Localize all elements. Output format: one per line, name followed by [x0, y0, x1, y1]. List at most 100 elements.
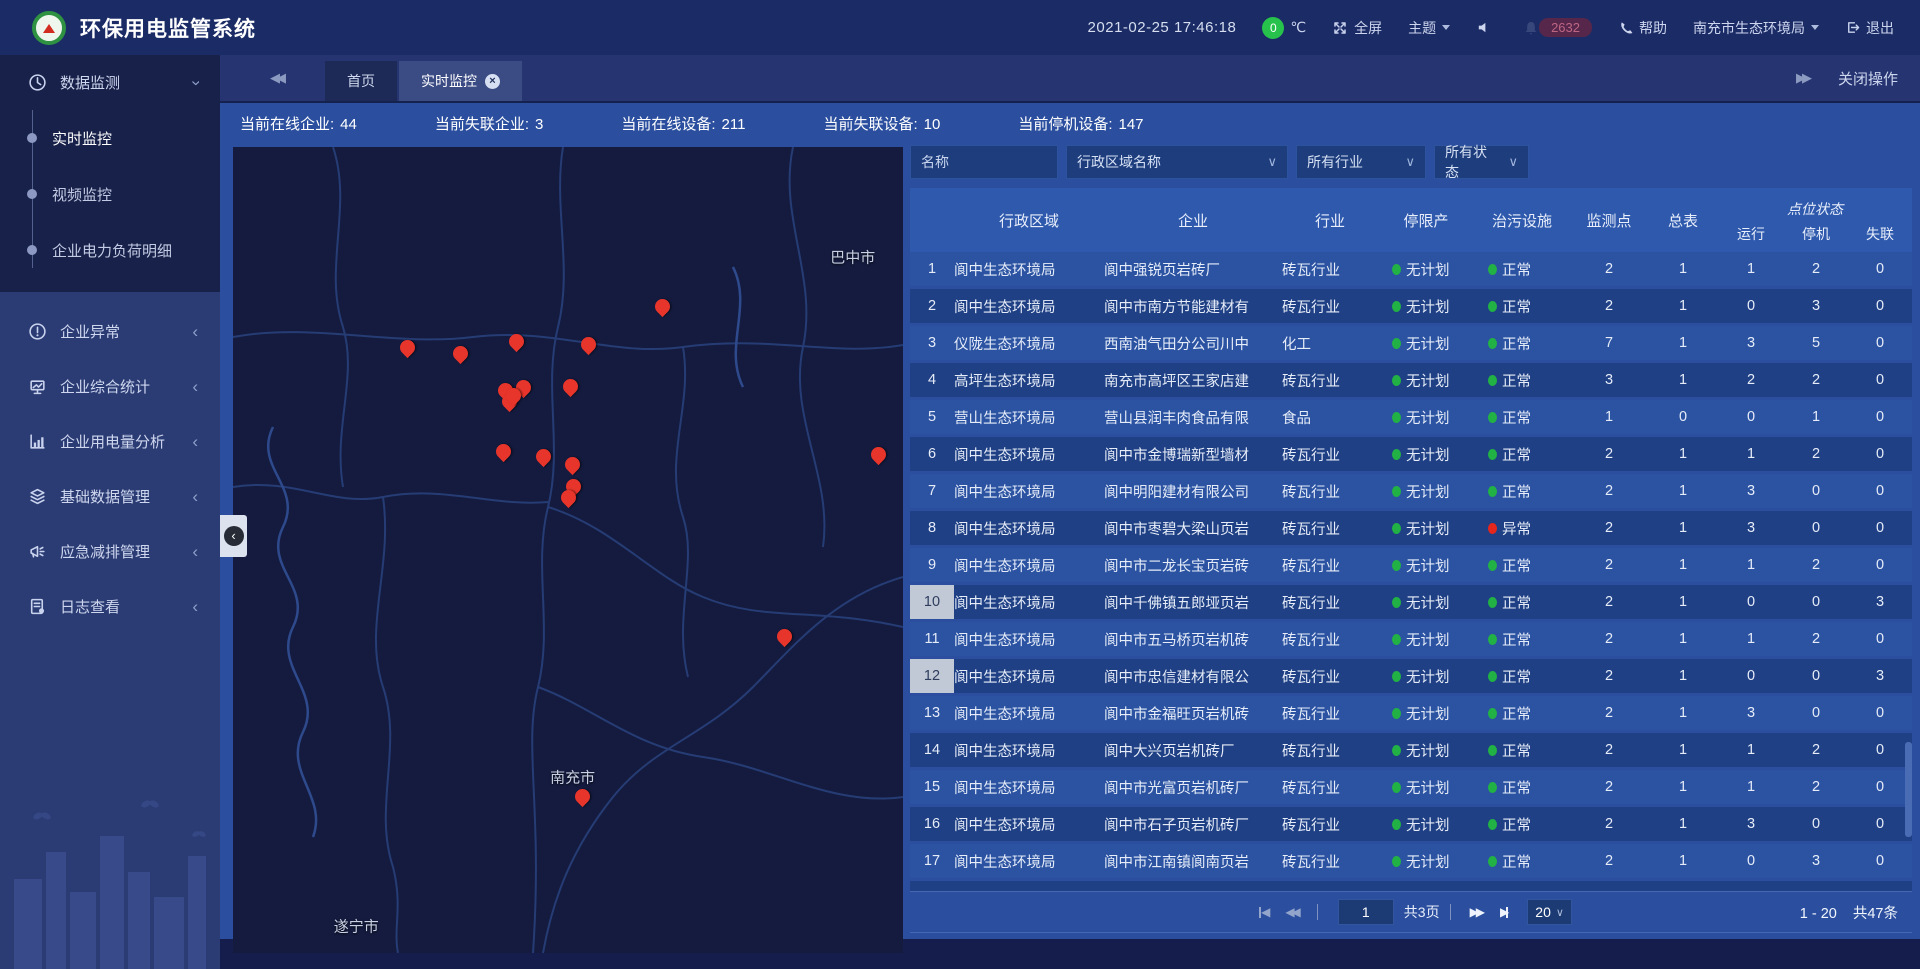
next-page-button[interactable]: ▶▶ [1470, 905, 1482, 919]
cell-running: 0 [1718, 298, 1784, 314]
table-scrollbar-thumb[interactable] [1905, 742, 1912, 837]
region-select[interactable]: 行政区域名称 ∨ [1066, 145, 1288, 179]
last-page-button[interactable]: ▶ [1500, 905, 1508, 919]
status-dot-green [1392, 597, 1401, 608]
name-search-input[interactable] [910, 145, 1058, 179]
cell-total-meter: 1 [1648, 779, 1718, 795]
cell-enterprise: 阆中市五马桥页岩机砖 [1104, 629, 1282, 650]
status-dot [1488, 301, 1497, 312]
previous-page-button[interactable]: ◀◀ [1285, 905, 1297, 919]
row-index: 2 [910, 289, 954, 323]
pagination-summary: 1 - 20共47条 [1800, 902, 1898, 923]
cell-enterprise: 阆中市光富页岩机砖厂 [1104, 777, 1282, 798]
row-index: 12 [910, 659, 954, 693]
industry-select[interactable]: 所有行业 ∨ [1296, 145, 1426, 179]
org-dropdown[interactable]: 南充市生态环境局 [1693, 18, 1819, 38]
close-operations-button[interactable]: 关闭操作 [1838, 68, 1898, 89]
chevron-left-icon: ‹ [224, 526, 244, 546]
table-row[interactable]: 3 仪陇生态环境局 西南油气田分公司川中 化工 无计划 正常 7 1 3 5 0 [910, 326, 1912, 360]
tab-close-icon[interactable]: × [485, 74, 500, 89]
sidebar-item-base-data-management[interactable]: 基础数据管理 ‹ [0, 469, 220, 524]
tab-home[interactable]: 首页 [325, 61, 397, 101]
map-view[interactable]: 巴中市南充市遂宁市 [233, 147, 903, 953]
cell-monitor-points: 2 [1570, 853, 1648, 869]
temperature-unit: ℃ [1290, 19, 1306, 36]
double-chevron-left-icon: ◀◀ [270, 70, 282, 86]
sidebar-item-enterprise-anomaly[interactable]: 企业异常 ‹ [0, 304, 220, 359]
theme-dropdown[interactable]: 主题 [1408, 18, 1450, 38]
tabs-scroll-left-button[interactable]: ◀◀ [270, 55, 282, 101]
notifications[interactable]: 2632 [1523, 18, 1592, 37]
sidebar-item-emergency-reduction[interactable]: 应急减排管理 ‹ [0, 524, 220, 579]
map-city-label: 南充市 [550, 767, 595, 788]
sidebar-collapse-handle[interactable]: ‹ [220, 515, 247, 557]
cell-total-meter: 1 [1648, 594, 1718, 610]
table-row[interactable]: 11 阆中生态环境局 阆中市五马桥页岩机砖 砖瓦行业 无计划 正常 2 1 1 … [910, 622, 1912, 656]
table-row[interactable]: 12 阆中生态环境局 阆中市忠信建材有限公 砖瓦行业 无计划 正常 2 1 0 … [910, 659, 1912, 693]
page-number-input[interactable] [1338, 899, 1394, 925]
table-row[interactable]: 7 阆中生态环境局 阆中明阳建材有限公司 砖瓦行业 无计划 正常 2 1 3 0… [910, 474, 1912, 508]
status-dot-green [1392, 856, 1401, 867]
table-row[interactable]: 17 阆中生态环境局 阆中市江南镇阆南页岩 砖瓦行业 无计划 正常 2 1 0 … [910, 844, 1912, 878]
sidebar-item-power-load-detail[interactable]: 企业电力负荷明细 [0, 222, 220, 278]
col-region: 行政区域 [954, 210, 1104, 231]
table-row[interactable]: 16 阆中生态环境局 阆中市石子页岩机砖厂 砖瓦行业 无计划 正常 2 1 3 … [910, 807, 1912, 841]
table-row[interactable]: 4 高坪生态环境局 南充市高坪区王家店建 砖瓦行业 无计划 正常 3 1 2 2… [910, 363, 1912, 397]
cell-enterprise: 南充市高坪区王家店建 [1104, 370, 1282, 391]
help-button[interactable]: 帮助 [1618, 18, 1667, 38]
status-dot-green [1392, 486, 1401, 497]
cell-lost: 0 [1848, 557, 1912, 573]
first-page-button[interactable]: ◀ [1259, 905, 1267, 919]
table-row[interactable]: 2 阆中生态环境局 阆中市南方节能建材有 砖瓦行业 无计划 正常 2 1 0 3… [910, 289, 1912, 323]
sidebar-item-enterprise-statistics[interactable]: 企业综合统计 ‹ [0, 359, 220, 414]
cell-treatment: 正常 [1502, 814, 1531, 835]
table-row[interactable]: 9 阆中生态环境局 阆中市二龙长宝页岩砖 砖瓦行业 无计划 正常 2 1 1 2… [910, 548, 1912, 582]
cell-lost: 0 [1848, 372, 1912, 388]
row-index: 6 [910, 437, 954, 471]
sidebar-item-data-monitoring[interactable]: 数据监测 ‹ [0, 55, 220, 110]
cell-total-meter: 1 [1648, 446, 1718, 462]
sidebar-item-log-view[interactable]: 日志查看 ‹ [0, 579, 220, 634]
page-size-select[interactable]: 20 ∨ [1527, 899, 1572, 925]
table-row[interactable]: 1 阆中生态环境局 阆中强锐页岩砖厂 砖瓦行业 无计划 正常 2 1 1 2 0 [910, 252, 1912, 286]
chevron-left-icon: ‹ [192, 432, 198, 452]
cell-running: 0 [1718, 853, 1784, 869]
chevron-down-icon: ∨ [1556, 906, 1564, 919]
sidebar-group-data-monitoring: 数据监测 ‹ 实时监控 视频监控 企业电力负荷明细 [0, 55, 220, 292]
logout-button[interactable]: 退出 [1845, 18, 1894, 38]
fullscreen-button[interactable]: 全屏 [1332, 18, 1382, 38]
table-row[interactable]: 13 阆中生态环境局 阆中市金福旺页岩机砖 砖瓦行业 无计划 正常 2 1 3 … [910, 696, 1912, 730]
status-dot-green [1392, 338, 1401, 349]
cell-region: 营山生态环境局 [954, 407, 1104, 428]
status-select[interactable]: 所有状态 ∨ [1434, 145, 1529, 179]
sound-button[interactable] [1476, 20, 1497, 35]
table-row[interactable]: 18 南部生态环境局 南部县驰华水泥有限公 建材加工 无计划 正常 6 0 0 … [910, 881, 1912, 891]
cell-running: 0 [1718, 409, 1784, 425]
cell-stopped: 2 [1784, 372, 1848, 388]
sidebar-item-electricity-analysis[interactable]: 企业用电量分析 ‹ [0, 414, 220, 469]
tab-realtime-monitoring[interactable]: 实时监控 × [399, 61, 522, 101]
row-index: 9 [910, 548, 954, 582]
table-row[interactable]: 14 阆中生态环境局 阆中大兴页岩机砖厂 砖瓦行业 无计划 正常 2 1 1 2… [910, 733, 1912, 767]
datetime: 2021-02-25 17:46:18 [1088, 19, 1237, 36]
cell-running: 0 [1718, 668, 1784, 684]
pagination-bar: ◀ ◀◀ 共3页 ▶▶ ▶ 20 ∨ 1 - 20共47条 [910, 891, 1912, 933]
tabs-scroll-right-button[interactable]: ▶▶ [1796, 70, 1808, 86]
row-index: 10 [910, 585, 954, 619]
notification-count-badge: 2632 [1539, 18, 1592, 37]
cell-region: 阆中生态环境局 [954, 444, 1104, 465]
table-row[interactable]: 8 阆中生态环境局 阆中市枣碧大梁山页岩 砖瓦行业 无计划 异常 2 1 3 0… [910, 511, 1912, 545]
cell-industry: 化工 [1282, 333, 1378, 354]
col-lost: 失联 [1848, 224, 1912, 252]
chevron-down-icon: ∨ [1267, 154, 1277, 170]
table-row[interactable]: 15 阆中生态环境局 阆中市光富页岩机砖厂 砖瓦行业 无计划 正常 2 1 1 … [910, 770, 1912, 804]
map-city-label: 巴中市 [830, 246, 875, 267]
table-row[interactable]: 6 阆中生态环境局 阆中市金博瑞新型墙材 砖瓦行业 无计划 正常 2 1 1 2… [910, 437, 1912, 471]
cell-lost: 0 [1848, 705, 1912, 721]
status-dot [1488, 782, 1497, 793]
table-row[interactable]: 5 营山生态环境局 营山县润丰肉食品有限 食品 无计划 正常 1 0 0 1 0 [910, 400, 1912, 434]
sidebar-item-realtime-monitoring[interactable]: 实时监控 [0, 110, 220, 166]
sidebar-item-video-monitoring[interactable]: 视频监控 [0, 166, 220, 222]
table-row[interactable]: 10 阆中生态环境局 阆中千佛镇五郎垭页岩 砖瓦行业 无计划 正常 2 1 0 … [910, 585, 1912, 619]
cell-industry: 砖瓦行业 [1282, 629, 1378, 650]
